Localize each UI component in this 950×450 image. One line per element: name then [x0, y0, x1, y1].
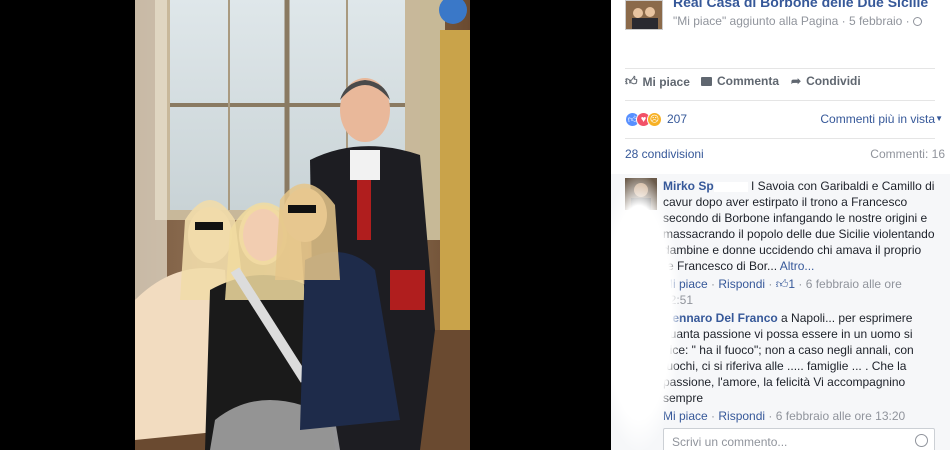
divider	[625, 100, 935, 101]
emoji-icon[interactable]	[915, 434, 928, 447]
sort-comments-dropdown[interactable]: Commenti più in vista▼	[820, 112, 943, 126]
comment-meta: Mi piace · Rispondi · 👍︎1 · 6 febbraio a…	[663, 276, 935, 308]
see-more-link[interactable]: Altro...	[780, 259, 815, 273]
post-subline: "Mi piace" aggiunto alla Pagina · 5 febb…	[673, 14, 922, 28]
comment-reply-link[interactable]: Rispondi	[718, 277, 765, 291]
speech-bubble-icon	[701, 76, 712, 86]
comment-label: Commenta	[717, 74, 780, 88]
divider	[625, 138, 935, 139]
comment-reply-link[interactable]: Rispondi	[718, 409, 765, 423]
reactions-count[interactable]: 207	[667, 112, 687, 126]
sort-label: Commenti più in vista	[820, 112, 936, 126]
comment-timestamp[interactable]: 6 febbraio alle ore 13:20	[776, 409, 905, 423]
shares-link[interactable]: 28 condivisioni	[625, 147, 704, 161]
reactions-row: 👍︎ ♥ ☹ 207 Commenti più in vista▼	[625, 112, 943, 130]
comment-input-placeholder: Scrivi un commento...	[672, 435, 788, 449]
stats-row: 28 condivisioni Commenti: 16	[625, 147, 945, 163]
post-actions: 👍︎ Mi piace Commenta ➦ Condividi	[625, 74, 935, 92]
thumbs-up-icon: 👍︎	[775, 277, 789, 291]
family-portrait-image	[135, 0, 470, 450]
post-header: Real Casa di Borbone delle Due Sicilie "…	[625, 0, 945, 42]
redaction-overlay	[611, 175, 681, 450]
thumbs-up-icon: 👍︎	[625, 74, 638, 88]
page-avatar[interactable]	[625, 0, 663, 30]
like-label: Mi piace	[642, 74, 690, 89]
viewer-stage: Real Casa di Borbone delle Due Sicilie "…	[0, 0, 950, 450]
angry-reaction-icon: ☹	[647, 112, 662, 127]
comment-input[interactable]: Scrivi un commento...	[663, 428, 935, 450]
share-arrow-icon: ➦	[791, 74, 802, 88]
caret-down-icon: ▼	[935, 114, 943, 123]
divider	[625, 68, 935, 69]
page-name-link[interactable]: Real Casa di Borbone delle Due Sicilie	[673, 0, 928, 10]
comments-count: Commenti: 16	[870, 147, 945, 161]
share-label: Condividi	[806, 74, 861, 88]
post-photo[interactable]	[135, 0, 470, 450]
comment-button[interactable]: Commenta	[701, 74, 779, 88]
comment-likes-count[interactable]: 1	[788, 277, 795, 291]
like-button[interactable]: 👍︎ Mi piace	[625, 74, 690, 89]
comment-text: a Napoli... per esprimere quanta passion…	[663, 311, 914, 405]
post-side-panel: Real Casa di Borbone delle Due Sicilie "…	[611, 0, 950, 450]
globe-icon	[913, 17, 922, 26]
post-date-text: "Mi piace" aggiunto alla Pagina · 5 febb…	[673, 14, 913, 28]
share-button[interactable]: ➦ Condividi	[791, 74, 861, 88]
comment-meta: Mi piace · Rispondi · 6 febbraio alle or…	[663, 409, 906, 423]
